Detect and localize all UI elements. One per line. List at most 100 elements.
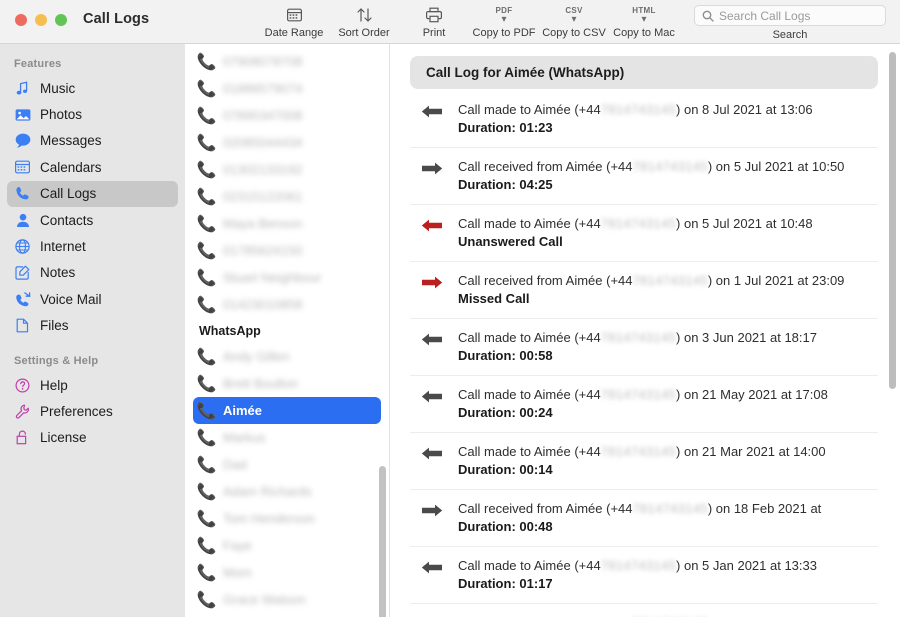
call-log-suffix: ) on 3 Jun 2021 at 18:17: [676, 330, 817, 345]
call-log-prefix: Call made to Aimée (+44: [458, 330, 601, 345]
phone-icon: 📞: [199, 214, 214, 234]
contact-list-scroll[interactable]: 📞 07908078708 📞 01889579074 📞 0789534700…: [185, 44, 389, 617]
date-range-button[interactable]: Date Range: [259, 0, 329, 39]
list-item-label: Stuart Neighbour: [223, 270, 321, 285]
call-log-row[interactable]: Call made to Aimée (+447814743145) on 3 …: [410, 319, 878, 376]
call-log-row[interactable]: Call made to Aimée (+447814743145) on 21…: [410, 433, 878, 490]
list-item[interactable]: 📞 Andy Gillen: [193, 343, 381, 370]
chevron-down-icon: ▾: [571, 16, 576, 24]
list-item-label: Maya Benson: [223, 216, 303, 231]
call-log-row[interactable]: Call received from Aimée (+447814743145)…: [410, 604, 878, 617]
sidebar-item-files[interactable]: Files: [7, 313, 178, 339]
call-log-row[interactable]: Call made to Aimée (+447814743145) on 21…: [410, 376, 878, 433]
contact-list-scrollbar[interactable]: [379, 466, 386, 617]
list-item[interactable]: 📞 Adam Richards: [193, 478, 381, 505]
close-button[interactable]: [15, 14, 27, 26]
call-log-scrollbar[interactable]: [889, 52, 896, 389]
sidebar-item-preferences-label: Preferences: [40, 404, 113, 419]
sidebar-item-contacts-label: Contacts: [40, 213, 93, 228]
copy-to-csv-button[interactable]: CSV ▾ Copy to CSV: [539, 0, 609, 39]
list-item-label: Brett Boulton: [223, 376, 298, 391]
call-log-row[interactable]: Call made to Aimée (+447814743145) on 8 …: [410, 91, 878, 148]
search-box[interactable]: [694, 5, 886, 26]
list-item[interactable]: 📞 Dad: [193, 451, 381, 478]
call-log-line1: Call received from Aimée (+447814743145)…: [458, 501, 821, 516]
window-title: Call Logs: [67, 0, 149, 27]
copy-to-mac-button[interactable]: HTML ▾ Copy to Mac: [609, 0, 679, 39]
right-arrow-icon: [419, 272, 445, 290]
list-item[interactable]: 📞 01889579074: [193, 75, 381, 102]
call-log-header: Call Log for Aimée (WhatsApp): [410, 56, 878, 89]
phone-icon: 📞: [199, 401, 214, 421]
call-log-row[interactable]: Call received from Aimée (+447814743145)…: [410, 262, 878, 319]
list-item[interactable]: 📞 Maya Benson: [193, 210, 381, 237]
print-label: Print: [423, 27, 446, 39]
sidebar-item-preferences[interactable]: Preferences: [7, 398, 178, 424]
list-item[interactable]: 📞 Mom: [193, 559, 381, 586]
list-item[interactable]: 📞 01302133192: [193, 156, 381, 183]
sidebar-item-internet[interactable]: Internet: [7, 233, 178, 259]
call-log-row[interactable]: Call received from Aimée (+447814743145)…: [410, 148, 878, 205]
list-item-label: 02315122061: [223, 189, 303, 204]
phone-icon: 📞: [199, 106, 214, 126]
search-input[interactable]: [719, 9, 878, 23]
phone-icon: 📞: [199, 563, 214, 583]
call-log-row[interactable]: Call made to Aimée (+447814743145) on 5 …: [410, 205, 878, 262]
call-log-suffix: ) on 5 Jan 2021 at 13:33: [676, 558, 817, 573]
call-log-prefix: Call made to Aimée (+44: [458, 216, 601, 231]
list-item[interactable]: 📞 01423010858: [193, 291, 381, 318]
list-item-label: 01889579074: [223, 81, 303, 96]
call-log-row[interactable]: Call received from Aimée (+447814743145)…: [410, 490, 878, 547]
left-arrow-icon: [419, 386, 445, 404]
sidebar-item-voice-mail-label: Voice Mail: [40, 292, 102, 307]
sidebar: Features Music Photos Messages: [0, 44, 185, 617]
zoom-button[interactable]: [55, 14, 67, 26]
search-group: Search: [694, 0, 886, 41]
list-item-label: 01785624150: [223, 243, 303, 258]
list-item[interactable]: 📞 Faye: [193, 532, 381, 559]
phone-icon: 📞: [199, 482, 214, 502]
list-item[interactable]: 📞 02085044434: [193, 129, 381, 156]
list-item[interactable]: 📞 Brett Boulton: [193, 370, 381, 397]
sidebar-item-call-logs[interactable]: Call Logs: [7, 181, 178, 207]
phone-icon: 📞: [199, 187, 214, 207]
call-log-suffix: ) on 21 May 2021 at 17:08: [676, 387, 828, 402]
minimize-button[interactable]: [35, 14, 47, 26]
list-item-label: Mom: [223, 565, 252, 580]
call-log-status: Duration: 01:23: [458, 120, 553, 135]
list-item-label: 07895347008: [223, 108, 303, 123]
copy-to-pdf-button[interactable]: PDF ▾ Copy to PDF: [469, 0, 539, 39]
calendar-icon: [14, 160, 31, 174]
list-item-selected-aimee[interactable]: 📞 Aimée: [193, 397, 381, 424]
list-item[interactable]: 📞 Grace Watson: [193, 586, 381, 613]
call-log-status: Duration: 04:25: [458, 177, 553, 192]
print-button[interactable]: Print: [399, 0, 469, 39]
globe-icon: [14, 239, 31, 254]
sort-order-button[interactable]: Sort Order: [329, 0, 399, 39]
list-item[interactable]: 📞 07895347008: [193, 102, 381, 129]
music-note-icon: [14, 81, 31, 96]
sidebar-item-calendars[interactable]: Calendars: [7, 154, 178, 180]
phone-icon: 📞: [199, 347, 214, 367]
list-item[interactable]: 📞 Stuart Neighbour: [193, 264, 381, 291]
list-item[interactable]: 📞 Markus: [193, 424, 381, 451]
sidebar-item-photos[interactable]: Photos: [7, 101, 178, 127]
list-item[interactable]: 📞 02315122061: [193, 183, 381, 210]
sidebar-item-voice-mail[interactable]: Voice Mail: [7, 286, 178, 312]
search-label: Search: [773, 29, 808, 41]
sidebar-item-contacts[interactable]: Contacts: [7, 207, 178, 233]
calendar-icon: [287, 5, 302, 25]
sidebar-item-help[interactable]: Help: [7, 372, 178, 398]
sort-order-label: Sort Order: [338, 27, 389, 39]
list-item[interactable]: 📞 07908078708: [193, 48, 381, 75]
list-item-label: 01302133192: [223, 162, 303, 177]
sidebar-item-music[interactable]: Music: [7, 75, 178, 101]
list-item-label: Faye: [223, 538, 252, 553]
call-log-prefix: Call made to Aimée (+44: [458, 387, 601, 402]
list-item[interactable]: 📞 01785624150: [193, 237, 381, 264]
sidebar-item-notes[interactable]: Notes: [7, 260, 178, 286]
sidebar-item-messages[interactable]: Messages: [7, 128, 178, 154]
sidebar-item-license[interactable]: License: [7, 425, 178, 451]
call-log-row[interactable]: Call made to Aimée (+447814743145) on 5 …: [410, 547, 878, 604]
list-item[interactable]: 📞 Tom Henderson: [193, 505, 381, 532]
